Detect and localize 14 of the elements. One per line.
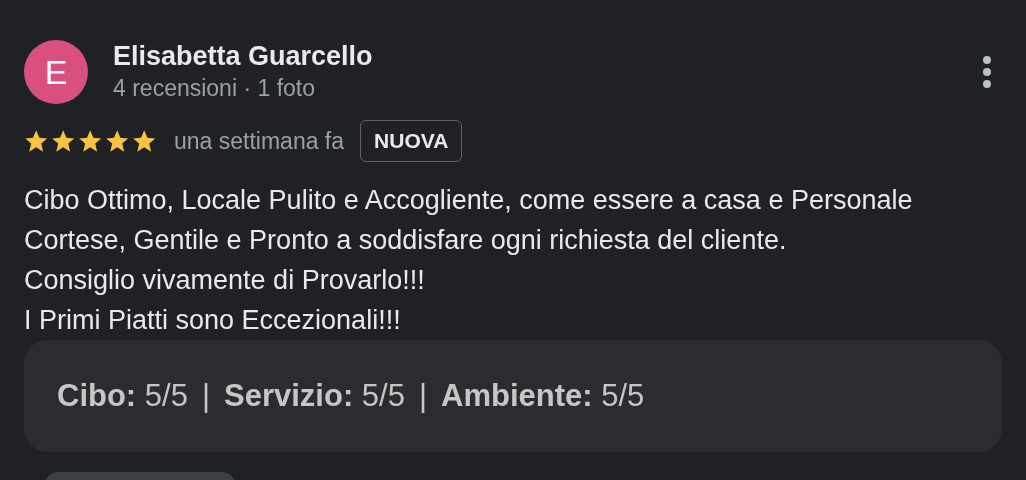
review-paragraph: Consiglio vivamente di Provarlo!!! [24,264,426,297]
sub-rating: Ambiente: 5/5 [441,376,645,415]
new-badge: NUOVA [360,120,463,162]
reviewer-stats: 4 recensioni · 1 foto [113,74,316,103]
separator: | [418,376,427,415]
separator: | [201,376,210,415]
reviewer-name[interactable]: Elisabetta Guarcello [113,40,373,72]
sub-rating: Cibo: 5/5 [57,376,188,415]
more-options-icon[interactable] [982,56,992,88]
avatar: E [24,40,88,104]
review-paragraph: Cibo Ottimo, Locale Pulito e Accogliente, come essere a casa e Personale Cortese, Gentile e Pronto a soddisfare ogni richiesta del cliente. [24,184,914,257]
sub-rating: Servizio: 5/5 [224,376,405,415]
review-paragraph: I Primi Piatti sono Eccezionali!!! [24,304,402,337]
review-time: una settimana fa [174,126,345,156]
